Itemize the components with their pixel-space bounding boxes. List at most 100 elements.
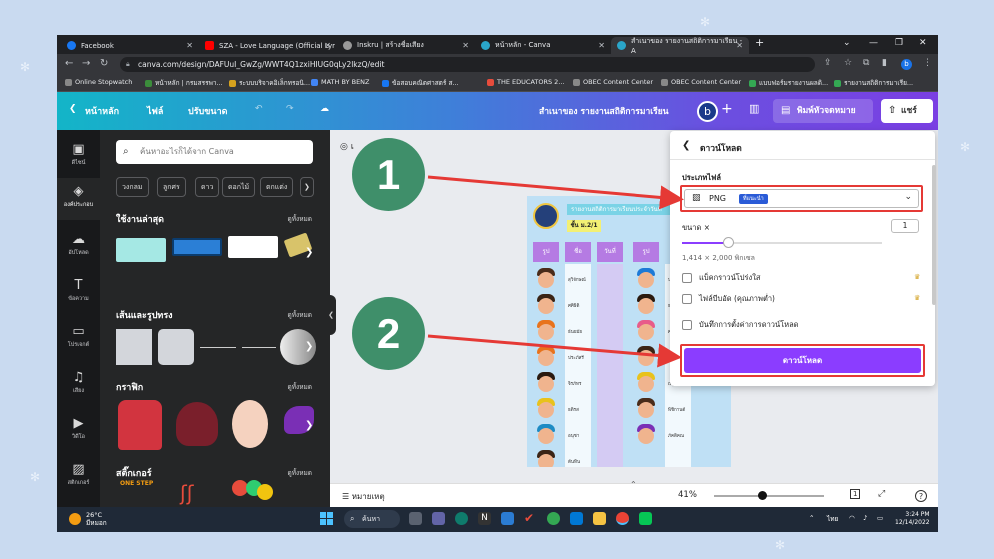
- task-view-icon[interactable]: [409, 512, 422, 525]
- recent-element[interactable]: [116, 238, 166, 262]
- sidebar-item-stickers[interactable]: ▨ สติกเกอร์: [57, 462, 100, 487]
- weather-widget[interactable]: 26°C มีหมอก: [69, 511, 107, 527]
- insights-icon[interactable]: ▥: [749, 102, 759, 115]
- size-slider-handle[interactable]: [723, 237, 734, 248]
- checkbox[interactable]: [682, 320, 692, 330]
- search-input[interactable]: ⌕ ค้นหาอะไรก็ได้จาก Canva: [116, 140, 313, 164]
- chip-arrow[interactable]: ลูกศร: [157, 177, 186, 197]
- chat-icon[interactable]: [432, 512, 445, 525]
- checkbox[interactable]: [682, 273, 692, 283]
- sidebar-item-text[interactable]: T ข้อความ: [57, 278, 100, 303]
- store-icon[interactable]: [501, 512, 514, 525]
- close-icon[interactable]: ✕: [324, 41, 331, 50]
- filetype-dropdown[interactable]: ▨ PNG ที่แนะนำ ⌄: [684, 189, 919, 208]
- print-button[interactable]: ▤ พิมพ์หัวจดหมาย: [773, 99, 873, 123]
- back-icon[interactable]: ❮: [682, 140, 690, 151]
- size-input[interactable]: 1: [891, 219, 919, 233]
- scroll-right-icon[interactable]: ❯: [305, 341, 313, 352]
- language-indicator[interactable]: ไทย: [827, 514, 838, 524]
- bookmark-item[interactable]: Online Stopwatch: [65, 78, 132, 86]
- tab-search-icon[interactable]: ⌄: [843, 38, 851, 48]
- see-all-stickers[interactable]: ดูทั้งหมด: [288, 468, 312, 478]
- sidebar-item-design[interactable]: ▣ ดีไซน์: [57, 142, 100, 167]
- chip-flower[interactable]: ดอกไม้: [222, 177, 256, 197]
- close-icon[interactable]: ✕: [462, 41, 469, 50]
- chrome-icon[interactable]: [547, 512, 560, 525]
- back-icon[interactable]: ←: [65, 58, 73, 69]
- notion-icon[interactable]: N: [478, 512, 491, 525]
- url-input[interactable]: 🔒︎ canva.com/design/DAFUuI_GwZg/WWT4Q1zx…: [120, 57, 815, 72]
- reload-icon[interactable]: ↻: [100, 58, 108, 69]
- bookmark-item[interactable]: ข้อสอบคณิตศาสตร์ ส...: [382, 78, 459, 88]
- battery-icon[interactable]: ▭: [877, 514, 883, 522]
- sidebar-item-video[interactable]: ▶ วิดีโอ: [57, 416, 100, 441]
- line-icon[interactable]: [639, 512, 652, 525]
- chevron-up-icon[interactable]: ⌃: [809, 514, 814, 522]
- share-icon[interactable]: ⇪: [824, 58, 832, 68]
- bookmark-item[interactable]: OBEC Content Center: [573, 78, 653, 86]
- tab-canva-home[interactable]: หน้าหลัก - Canva ✕: [475, 37, 611, 54]
- collapse-panel-button[interactable]: ❮: [326, 295, 336, 335]
- file-explorer-icon[interactable]: [593, 512, 606, 525]
- bookmark-star-icon[interactable]: ☆: [844, 58, 852, 68]
- file-menu[interactable]: ไฟล์: [147, 104, 163, 118]
- menu-icon[interactable]: ⋮: [923, 58, 932, 68]
- forward-icon[interactable]: →: [82, 58, 90, 69]
- taskbar-search[interactable]: ⌕ ค้นหา: [344, 510, 400, 528]
- checkbox[interactable]: [682, 294, 692, 304]
- design-title[interactable]: สำเนาของ รายงานสถิติการมาเรียน: [539, 104, 669, 118]
- undo-icon[interactable]: ↶: [255, 104, 263, 114]
- download-button[interactable]: ดาวน์โหลด: [684, 348, 921, 373]
- tab-facebook[interactable]: Facebook ✕: [61, 37, 199, 54]
- transparent-bg-option[interactable]: แบ็คกราวน์โปร่งใส: [682, 272, 760, 284]
- chrome-active-icon[interactable]: [616, 512, 629, 525]
- fullscreen-icon[interactable]: ⤢: [878, 489, 885, 499]
- save-settings-option[interactable]: บันทึกการตั้งค่าการดาวน์โหลด: [682, 319, 799, 331]
- sidebar-item-audio[interactable]: ♫ เสียง: [57, 370, 100, 395]
- scrollbar[interactable]: [932, 165, 936, 305]
- sticker-one-step[interactable]: ONE STEP: [120, 480, 164, 504]
- new-tab-button[interactable]: +: [755, 36, 764, 49]
- redo-icon[interactable]: ↷: [286, 104, 294, 114]
- bookmark-item[interactable]: หน้าหลัก | กรมสรรพา...: [145, 78, 223, 88]
- close-icon[interactable]: ✕: [736, 41, 743, 50]
- tab-youtube[interactable]: SZA - Love Language (Official Lyr ✕: [199, 37, 337, 54]
- see-all-shapes[interactable]: ดูทั้งหมด: [288, 310, 312, 320]
- avatar[interactable]: b: [697, 101, 718, 122]
- profile-avatar[interactable]: b: [901, 59, 912, 70]
- chip-circle[interactable]: วงกลม: [116, 177, 149, 197]
- see-all-recent[interactable]: ดูทั้งหมด: [288, 214, 312, 224]
- wifi-icon[interactable]: ◠: [849, 514, 855, 522]
- chip-next-icon[interactable]: ❯: [300, 177, 314, 197]
- sidebar-item-elements[interactable]: ◈ องค์ประกอบ: [57, 178, 100, 220]
- sidebar-item-upload[interactable]: ☁ อัปโหลด: [57, 232, 100, 257]
- home-back-icon[interactable]: ❮: [69, 104, 77, 114]
- bookmark-item[interactable]: THE EDUCATORS 2...: [487, 78, 565, 86]
- zoom-level[interactable]: 41%: [678, 490, 697, 500]
- help-icon[interactable]: ?: [915, 490, 927, 502]
- scroll-right-icon[interactable]: ❯: [305, 247, 313, 258]
- graphic-head[interactable]: [232, 400, 268, 448]
- extensions-icon[interactable]: ⧉: [863, 58, 869, 68]
- line-shape[interactable]: [200, 347, 236, 348]
- scroll-right-icon[interactable]: ❯: [305, 420, 313, 431]
- tab-inskru[interactable]: Inskru | สร้างชื่อเสียง ✕: [337, 37, 475, 54]
- candy-cane-sticker[interactable]: ʃʃ: [180, 482, 220, 504]
- maximize-button[interactable]: ❐: [895, 38, 903, 48]
- home-link[interactable]: หน้าหลัก: [85, 104, 119, 118]
- square-shape[interactable]: [116, 329, 152, 365]
- sidebar-item-projects[interactable]: ▭ โปรเจกต์: [57, 324, 100, 349]
- clock[interactable]: 3:24 PM 12/14/2022: [895, 511, 930, 527]
- tab-canva-design[interactable]: สำเนาของ รายงานสถิติการมาเรียน - A ✕: [611, 37, 749, 55]
- windows-start-icon[interactable]: [320, 512, 333, 525]
- close-icon[interactable]: ✕: [598, 41, 605, 50]
- compress-option[interactable]: ไฟล์บีบอัด (คุณภาพต่ำ): [682, 293, 775, 305]
- balloon-sticker[interactable]: [257, 484, 273, 500]
- share-button[interactable]: ⇧ แชร์: [881, 99, 933, 123]
- bookmark-item[interactable]: OBEC Content Center: [661, 78, 741, 86]
- bookmark-item[interactable]: แบบฟอร์มรายงานผลดิ...: [749, 78, 828, 88]
- recent-element[interactable]: [172, 238, 222, 256]
- graphic-sweater[interactable]: [118, 400, 162, 450]
- close-window-button[interactable]: ✕: [919, 38, 927, 48]
- filetype-select[interactable]: ▨ PNG ที่แนะนำ ⌄: [680, 185, 923, 212]
